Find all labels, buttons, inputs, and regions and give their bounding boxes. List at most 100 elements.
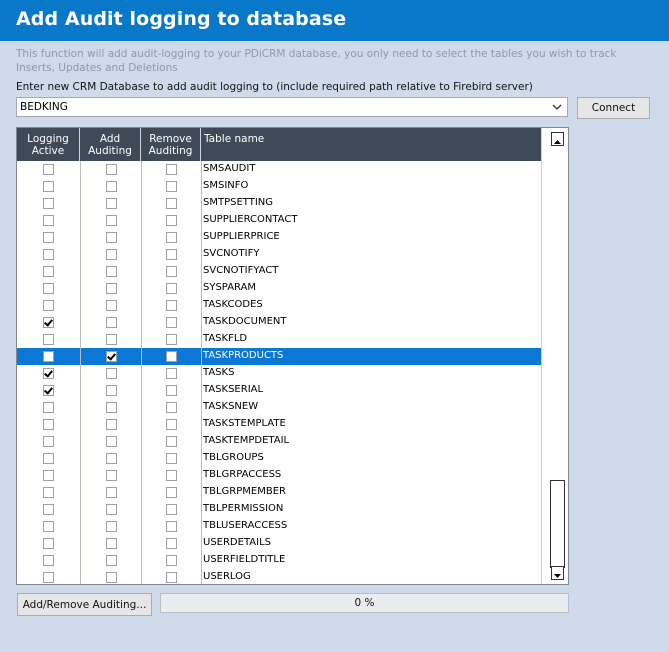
table-row[interactable]: USERDETAILS	[17, 535, 541, 552]
logging-active-checkbox[interactable]	[43, 232, 54, 243]
add-auditing-checkbox[interactable]	[106, 164, 117, 175]
add-auditing-checkbox[interactable]	[106, 334, 117, 345]
add-auditing-checkbox[interactable]	[106, 521, 117, 532]
remove-auditing-checkbox[interactable]	[166, 385, 177, 396]
logging-active-checkbox[interactable]	[43, 266, 54, 277]
table-row[interactable]: TASKTEMPDETAIL	[17, 433, 541, 450]
add-auditing-checkbox[interactable]	[106, 283, 117, 294]
table-row[interactable]: TBLGROUPS	[17, 450, 541, 467]
add-auditing-checkbox[interactable]	[106, 436, 117, 447]
table-row[interactable]: TBLUSERACCESS	[17, 518, 541, 535]
logging-active-checkbox[interactable]	[43, 538, 54, 549]
remove-auditing-checkbox[interactable]	[166, 300, 177, 311]
scroll-up-button[interactable]	[551, 132, 564, 146]
logging-active-checkbox[interactable]	[43, 300, 54, 311]
add-auditing-checkbox[interactable]	[106, 300, 117, 311]
table-row[interactable]: USERLOG	[17, 569, 541, 584]
table-row[interactable]: SVCNOTIFY	[17, 246, 541, 263]
remove-auditing-checkbox[interactable]	[166, 334, 177, 345]
remove-auditing-checkbox[interactable]	[166, 317, 177, 328]
remove-auditing-checkbox[interactable]	[166, 521, 177, 532]
add-auditing-checkbox[interactable]	[106, 266, 117, 277]
logging-active-checkbox[interactable]	[43, 504, 54, 515]
add-auditing-checkbox[interactable]	[106, 249, 117, 260]
table-row[interactable]: SMSINFO	[17, 178, 541, 195]
column-header-table-name[interactable]: Table name	[201, 128, 541, 161]
logging-active-checkbox[interactable]	[43, 181, 54, 192]
remove-auditing-checkbox[interactable]	[166, 402, 177, 413]
column-header-add-auditing[interactable]: Add Auditing	[80, 128, 141, 161]
connect-button[interactable]: Connect	[577, 97, 650, 119]
column-header-remove-auditing[interactable]: Remove Auditing	[141, 128, 201, 161]
table-row[interactable]: SVCNOTIFYACT	[17, 263, 541, 280]
logging-active-checkbox[interactable]	[43, 487, 54, 498]
table-row[interactable]: TBLGRPACCESS	[17, 467, 541, 484]
table-row[interactable]: TASKSTEMPLATE	[17, 416, 541, 433]
add-auditing-checkbox[interactable]	[106, 487, 117, 498]
logging-active-checkbox[interactable]	[43, 521, 54, 532]
remove-auditing-checkbox[interactable]	[166, 266, 177, 277]
add-auditing-checkbox[interactable]	[106, 555, 117, 566]
add-auditing-checkbox[interactable]	[106, 368, 117, 379]
add-auditing-checkbox[interactable]	[106, 198, 117, 209]
logging-active-checkbox[interactable]	[43, 470, 54, 481]
remove-auditing-checkbox[interactable]	[166, 164, 177, 175]
table-row[interactable]: USERFIELDTITLE	[17, 552, 541, 569]
table-row[interactable]: TASKSERIAL	[17, 382, 541, 399]
table-row[interactable]: SUPPLIERPRICE	[17, 229, 541, 246]
grid-scrollbar[interactable]	[541, 128, 568, 584]
remove-auditing-checkbox[interactable]	[166, 198, 177, 209]
remove-auditing-checkbox[interactable]	[166, 436, 177, 447]
table-row[interactable]: SYSPARAM	[17, 280, 541, 297]
logging-active-checkbox[interactable]	[43, 334, 54, 345]
add-auditing-checkbox[interactable]	[106, 504, 117, 515]
database-select[interactable]: BEDKING	[16, 97, 568, 117]
remove-auditing-checkbox[interactable]	[166, 215, 177, 226]
logging-active-checkbox[interactable]	[43, 249, 54, 260]
add-auditing-checkbox[interactable]	[106, 470, 117, 481]
add-auditing-checkbox[interactable]	[106, 538, 117, 549]
scroll-down-button[interactable]	[551, 566, 564, 580]
remove-auditing-checkbox[interactable]	[166, 572, 177, 583]
table-row[interactable]: TASKDOCUMENT	[17, 314, 541, 331]
remove-auditing-checkbox[interactable]	[166, 470, 177, 481]
add-auditing-checkbox[interactable]	[106, 181, 117, 192]
table-row[interactable]: SMSAUDIT	[17, 161, 541, 178]
logging-active-checkbox[interactable]	[43, 283, 54, 294]
logging-active-checkbox[interactable]	[43, 351, 54, 362]
table-row[interactable]: SMTPSETTING	[17, 195, 541, 212]
remove-auditing-checkbox[interactable]	[166, 368, 177, 379]
remove-auditing-checkbox[interactable]	[166, 249, 177, 260]
add-auditing-checkbox[interactable]	[106, 232, 117, 243]
logging-active-checkbox[interactable]	[43, 317, 54, 328]
remove-auditing-checkbox[interactable]	[166, 232, 177, 243]
table-row[interactable]: TBLGRPMEMBER	[17, 484, 541, 501]
scroll-thumb[interactable]	[550, 480, 565, 568]
table-row[interactable]: TASKFLD	[17, 331, 541, 348]
table-row[interactable]: TASKSNEW	[17, 399, 541, 416]
column-header-logging-active[interactable]: Logging Active	[17, 128, 80, 161]
logging-active-checkbox[interactable]	[43, 198, 54, 209]
add-auditing-checkbox[interactable]	[106, 402, 117, 413]
add-auditing-checkbox[interactable]	[106, 215, 117, 226]
logging-active-checkbox[interactable]	[43, 453, 54, 464]
logging-active-checkbox[interactable]	[43, 164, 54, 175]
logging-active-checkbox[interactable]	[43, 402, 54, 413]
logging-active-checkbox[interactable]	[43, 419, 54, 430]
logging-active-checkbox[interactable]	[43, 215, 54, 226]
table-row[interactable]: TASKCODES	[17, 297, 541, 314]
remove-auditing-checkbox[interactable]	[166, 181, 177, 192]
add-remove-auditing-button[interactable]: Add/Remove Auditing...	[17, 593, 152, 616]
remove-auditing-checkbox[interactable]	[166, 419, 177, 430]
remove-auditing-checkbox[interactable]	[166, 538, 177, 549]
logging-active-checkbox[interactable]	[43, 436, 54, 447]
remove-auditing-checkbox[interactable]	[166, 555, 177, 566]
logging-active-checkbox[interactable]	[43, 368, 54, 379]
remove-auditing-checkbox[interactable]	[166, 504, 177, 515]
table-row[interactable]: SUPPLIERCONTACT	[17, 212, 541, 229]
table-row[interactable]: TASKS	[17, 365, 541, 382]
remove-auditing-checkbox[interactable]	[166, 351, 177, 362]
remove-auditing-checkbox[interactable]	[166, 487, 177, 498]
remove-auditing-checkbox[interactable]	[166, 283, 177, 294]
add-auditing-checkbox[interactable]	[106, 317, 117, 328]
